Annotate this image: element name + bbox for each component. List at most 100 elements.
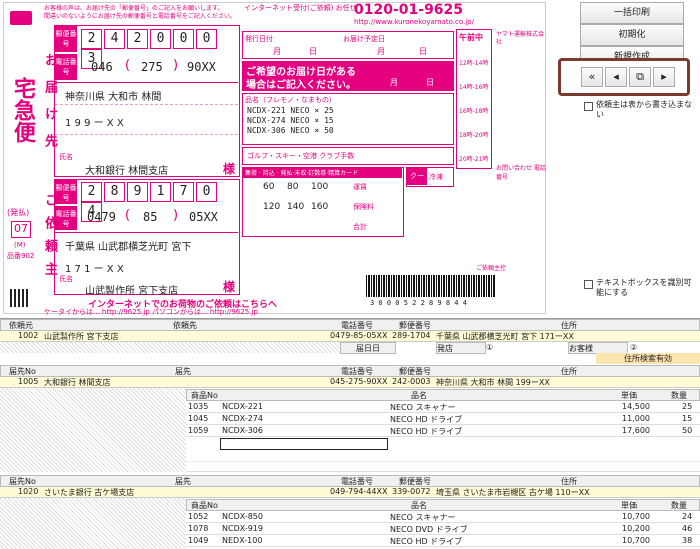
time-slot[interactable]: 16時-18時 [459, 106, 488, 115]
time-slot[interactable]: 18時-20時 [459, 130, 488, 139]
item-line-2[interactable]: NCDX-274 NECO × 15 [247, 116, 334, 125]
table-row[interactable]: 1005 大和銀行 林間支店 045-275-90XX 242-0003 神奈川… [0, 377, 700, 388]
item-code[interactable]: NCDX-274 [222, 414, 263, 423]
list-item[interactable]: 1035 NCDX-221 NECO スキャナー 14,500 25 [186, 402, 700, 413]
size-value[interactable]: 60 [263, 182, 287, 192]
item-qty[interactable]: 15 [682, 414, 692, 423]
item-qty[interactable]: 25 [682, 402, 692, 411]
postal-digit[interactable]: 4 [104, 29, 125, 49]
item-desc[interactable]: NECO HD ドライブ [390, 536, 462, 547]
item-desc[interactable]: NECO DVD ドライブ [390, 524, 468, 535]
postal-digit[interactable]: 0 [150, 29, 171, 49]
to-postal-label: 郵便番号 [55, 26, 77, 52]
item-code[interactable]: NEDX-100 [222, 536, 262, 545]
list-item[interactable]: 1045 NCDX-274 NECO HD ドライブ 11,000 15 [186, 414, 700, 425]
item-desc[interactable]: NECO HD ドライブ [390, 426, 462, 437]
wish-date-box[interactable]: ご希望のお届け日がある 場合はご記入ください。 月 日 [242, 61, 454, 91]
item-line-1[interactable]: NCDX-221 NECO × 25 [247, 106, 334, 115]
table-row[interactable]: 1020 さいたま銀行 古ケ場支店 049-794-44XX 339-0072 … [0, 487, 700, 498]
size-value[interactable]: 80 [287, 182, 311, 192]
from-phone-area[interactable]: 0479 [87, 210, 116, 224]
postal-digit[interactable]: 0 [173, 29, 194, 49]
item-qty[interactable]: 50 [682, 426, 692, 435]
postal-digit[interactable]: 2 [81, 182, 102, 202]
option-checkbox-1[interactable] [584, 102, 593, 111]
row-address[interactable]: 神奈川県 大和市 林間 199ーXX [436, 377, 550, 388]
postal-digit[interactable]: 2 [127, 29, 148, 49]
item-line-3[interactable]: NCDX-306 NECO × 50 [247, 126, 334, 135]
time-slot[interactable]: 20時-21時 [459, 154, 488, 163]
from-address-line-1[interactable]: 千葉県 山武郡横芝光町 宮下 [65, 238, 191, 253]
time-slot[interactable]: 14時-16時 [459, 82, 488, 91]
row-phone[interactable]: 0479-85-05XX [330, 331, 387, 340]
row-name[interactable]: さいたま銀行 古ケ場支店 [44, 487, 134, 498]
row-postal[interactable]: 289-1704 [392, 331, 431, 340]
row-postal[interactable]: 242-0003 [392, 377, 431, 386]
item-code[interactable]: NCDX-306 [222, 426, 263, 435]
list-item[interactable]: 1078 NCDX-919 NECO DVD ドライブ 10,200 46 [186, 524, 700, 535]
init-button[interactable]: 初期化 [580, 24, 684, 46]
to-phone-area[interactable]: 046 [91, 60, 113, 74]
item-code[interactable]: NCDX-919 [222, 524, 263, 533]
size-value[interactable]: 120 [263, 202, 287, 212]
from-name[interactable]: 山武製作所 宮下支店 [85, 282, 178, 297]
size-value[interactable]: 140 [287, 202, 311, 212]
active-cell[interactable] [220, 438, 388, 450]
fee-label: 保険料 [353, 203, 374, 211]
row-name[interactable]: 山武製作所 宮下支店 [44, 331, 119, 342]
nav-copy-button[interactable]: ⧉ [629, 67, 651, 87]
nav-first-button[interactable]: « [581, 67, 603, 87]
cool-box[interactable]: クール 冷凍 [406, 167, 454, 197]
item-price[interactable]: 10,200 [622, 524, 650, 533]
time-slot[interactable]: 12時-14時 [459, 58, 488, 67]
to-phone-local[interactable]: 275 [141, 60, 163, 74]
item-price[interactable]: 10,700 [622, 512, 650, 521]
postal-digit[interactable]: 9 [127, 182, 148, 202]
to-address-line-1[interactable]: 神奈川県 大和市 林間 [65, 88, 161, 103]
item-desc[interactable]: NECO スキャナー [390, 402, 455, 413]
list-item[interactable]: 1059 NCDX-306 NECO HD ドライブ 17,600 50 [186, 426, 700, 437]
time-morning[interactable]: 午前中 [459, 32, 483, 43]
option-checkbox-2[interactable] [584, 280, 593, 289]
row-phone[interactable]: 045-275-90XX [330, 377, 387, 386]
col-header: 住所 [561, 367, 577, 376]
item-code[interactable]: NCDX-850 [222, 512, 263, 521]
to-address-line-2[interactable]: 1 9 9 ー X X [65, 114, 124, 129]
to-phone-number[interactable]: 90XX [187, 60, 216, 74]
from-address-line-2[interactable]: 1 7 1 ー X X [65, 260, 124, 275]
print-all-button[interactable]: 一括印刷 [580, 2, 684, 24]
item-price[interactable]: 17,600 [622, 426, 650, 435]
from-phone-number[interactable]: 05XX [189, 210, 218, 224]
item-code[interactable]: NCDX-221 [222, 402, 263, 411]
item-price[interactable]: 10,700 [622, 536, 650, 545]
row-address[interactable]: 千葉県 山武郡横芝光町 宮下 171ーXX [436, 331, 574, 342]
item-price[interactable]: 11,000 [622, 414, 650, 423]
table-row[interactable]: 1002 山武製作所 宮下支店 0479-85-05XX 289-1704 千葉… [0, 331, 700, 342]
nav-next-button[interactable]: ▸ [653, 67, 675, 87]
postal-digit[interactable]: 8 [104, 182, 125, 202]
item-desc[interactable]: NECO スキャナー [390, 512, 455, 523]
from-phone-local[interactable]: 85 [143, 210, 157, 224]
item-price[interactable]: 14,500 [622, 402, 650, 411]
cool-option[interactable]: 冷凍 [429, 172, 443, 182]
nav-prev-button[interactable]: ◂ [605, 67, 627, 87]
postal-digit[interactable]: 1 [150, 182, 171, 202]
postal-digit[interactable]: 0 [196, 182, 217, 202]
postal-digit[interactable]: 2 [81, 29, 102, 49]
postal-digit[interactable]: 0 [196, 29, 217, 49]
size-value[interactable]: 100 [311, 182, 335, 192]
item-qty[interactable]: 46 [682, 524, 692, 533]
row-address[interactable]: 埼玉県 さいたま市岩槻区 古ケ場 110ーXX [436, 487, 590, 498]
to-name[interactable]: 大和銀行 林間支店 [85, 162, 168, 177]
row-name[interactable]: 大和銀行 林間支店 [44, 377, 111, 388]
row-postal[interactable]: 339-0072 [392, 487, 431, 496]
row-phone[interactable]: 049-794-44XX [330, 487, 387, 496]
item-desc[interactable]: NECO HD ドライブ [390, 414, 462, 425]
list-item[interactable]: 1052 NCDX-850 NECO スキャナー 10,700 24 [186, 512, 700, 523]
sports-box: ゴルフ・スキー・空港 クラブ手数 [242, 147, 454, 165]
size-value[interactable]: 160 [311, 202, 335, 212]
postal-digit[interactable]: 7 [173, 182, 194, 202]
item-qty[interactable]: 38 [682, 536, 692, 545]
item-qty[interactable]: 24 [682, 512, 692, 521]
list-item[interactable]: 1049 NEDX-100 NECO HD ドライブ 10,700 38 [186, 536, 700, 547]
